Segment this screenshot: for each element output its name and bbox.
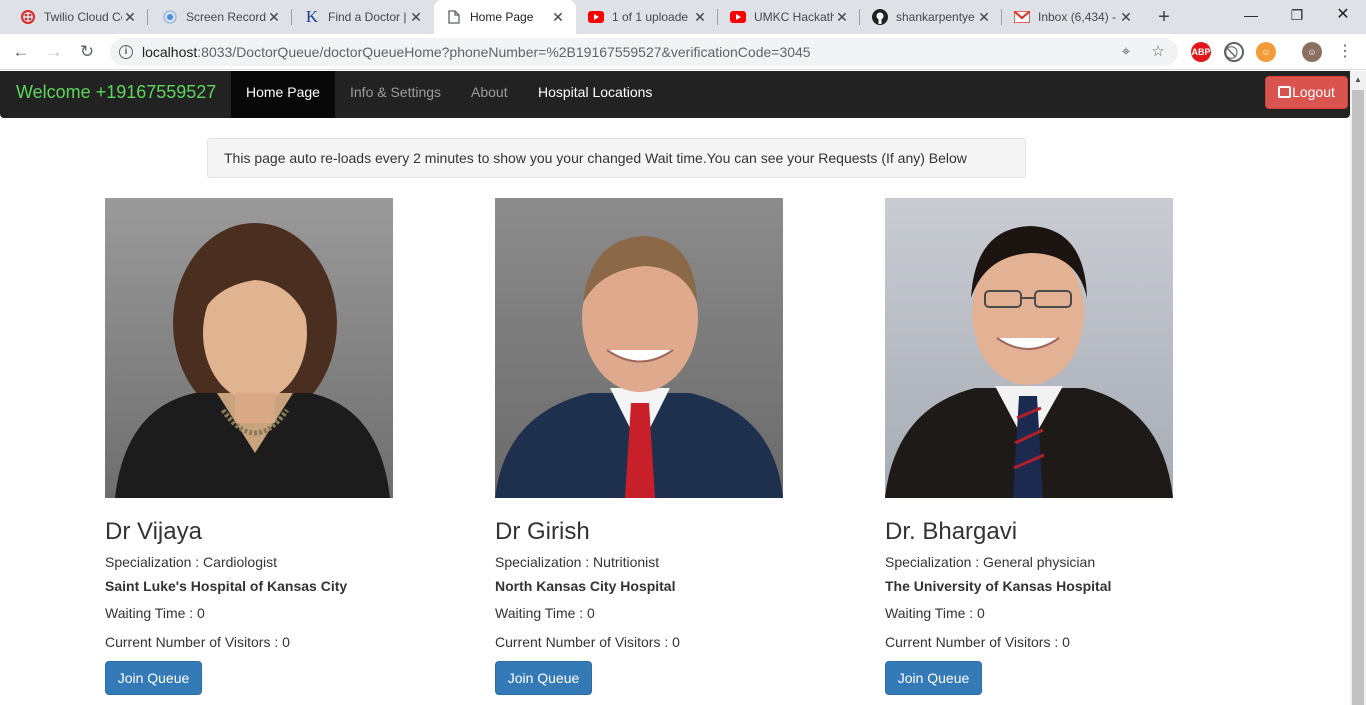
doctor-hospital: Saint Luke's Hospital of Kansas City	[105, 578, 348, 594]
adblock-icon[interactable]: ABP	[1191, 42, 1211, 62]
close-icon[interactable]: ✕	[408, 9, 424, 26]
join-queue-button[interactable]: Join Queue	[105, 661, 202, 695]
join-queue-button[interactable]: Join Queue	[885, 661, 982, 695]
url-text[interactable]: localhost:8033/DoctorQueue/doctorQueueHo…	[142, 44, 811, 60]
star-icon[interactable]: ☆	[1148, 42, 1168, 62]
tab-title: UMKC Hackath	[754, 10, 834, 24]
avatar[interactable]: ☺	[1302, 42, 1322, 62]
welcome-brand[interactable]: Welcome +19167559527	[16, 82, 216, 103]
nav-info-settings[interactable]: Info & Settings	[335, 71, 456, 118]
browser-tab[interactable]: 1 of 1 uploade ✕	[576, 0, 718, 34]
doctor-photo	[885, 198, 1173, 498]
tab-title: shankarpentye	[896, 10, 975, 24]
browser-tab[interactable]: Twilio Cloud Co ✕	[8, 0, 148, 34]
close-icon[interactable]: ✕	[692, 9, 708, 26]
doctor-specialization: Specialization : General physician	[885, 554, 1096, 570]
doctor-card: Dr Vijaya Specialization : Cardiologist …	[105, 198, 395, 695]
minimize-button[interactable]: —	[1228, 0, 1274, 30]
browser-tab[interactable]: UMKC Hackath ✕	[718, 0, 860, 34]
logout-button[interactable]: Logout	[1265, 76, 1348, 109]
youtube-icon	[730, 9, 746, 25]
join-queue-button[interactable]: Join Queue	[495, 661, 592, 695]
browser-tab-active[interactable]: Home Page ✕	[434, 0, 576, 34]
visitor-count: Current Number of Visitors : 0	[885, 634, 1070, 650]
restore-button[interactable]: ❐	[1274, 0, 1320, 30]
doctor-card: Dr Girish Specialization : Nutritionist …	[495, 198, 785, 695]
menu-icon[interactable]: ⋮	[1333, 40, 1357, 64]
nav-about[interactable]: About	[456, 71, 523, 118]
window-close-button[interactable]: ✕	[1320, 0, 1366, 30]
doctor-specialization: Specialization : Cardiologist	[105, 554, 277, 570]
back-button[interactable]: ←	[9, 40, 33, 64]
gmail-icon	[1014, 9, 1030, 25]
page-icon	[446, 9, 462, 25]
github-icon	[872, 9, 888, 25]
doctor-hospital: The University of Kansas Hospital	[885, 578, 1112, 594]
scroll-thumb[interactable]	[1352, 90, 1364, 705]
close-icon[interactable]: ✕	[976, 9, 992, 26]
browser-tab[interactable]: Inbox (6,434) - ✕	[1002, 0, 1144, 34]
close-icon[interactable]: ✕	[834, 9, 850, 26]
auto-reload-notice: This page auto re-loads every 2 minutes …	[207, 138, 1026, 178]
tab-title: Twilio Cloud Co	[44, 10, 122, 24]
visitor-count: Current Number of Visitors : 0	[105, 634, 290, 650]
tab-title: 1 of 1 uploade	[612, 10, 689, 24]
forward-button[interactable]: →	[42, 40, 66, 64]
close-icon[interactable]: ✕	[122, 9, 138, 26]
block-icon[interactable]: ⃠	[1224, 42, 1244, 62]
nav-home-page[interactable]: Home Page	[231, 71, 335, 118]
tab-title: Home Page	[470, 10, 534, 24]
k-logo-icon: K	[305, 7, 319, 26]
nav-hospital-locations[interactable]: Hospital Locations	[523, 71, 667, 118]
browser-tab[interactable]: shankarpentye ✕	[860, 0, 1002, 34]
waiting-time: Waiting Time : 0	[105, 605, 205, 621]
location-icon[interactable]: ⌖	[1116, 42, 1136, 62]
tab-title: Find a Doctor |	[328, 10, 407, 24]
doctor-specialization: Specialization : Nutritionist	[495, 554, 660, 570]
tab-title: Screen Record	[186, 10, 266, 24]
doctor-photo	[105, 198, 393, 498]
waiting-time: Waiting Time : 0	[495, 605, 595, 621]
browser-tab[interactable]: K Find a Doctor | ✕	[292, 0, 434, 34]
new-tab-button[interactable]: +	[1152, 5, 1176, 29]
tab-title: Inbox (6,434) -	[1038, 10, 1117, 24]
scrollbar[interactable]: ▲	[1350, 71, 1366, 705]
extension-icon[interactable]: ☺	[1256, 42, 1276, 62]
browser-tab-strip: Twilio Cloud Co ✕ Screen Record ✕ K Find…	[0, 0, 1366, 34]
doctor-photo	[495, 198, 783, 498]
reload-button[interactable]: ↻	[75, 40, 99, 64]
close-icon[interactable]: ✕	[1118, 9, 1134, 26]
browser-toolbar: ← → ↻ i localhost:8033/DoctorQueue/docto…	[0, 34, 1366, 70]
close-icon[interactable]: ✕	[266, 9, 282, 26]
doctor-name: Dr Vijaya	[105, 518, 202, 545]
waiting-time: Waiting Time : 0	[885, 605, 985, 621]
scroll-up-arrow[interactable]: ▲	[1350, 71, 1366, 88]
twilio-icon	[20, 9, 36, 25]
doctor-name: Dr Girish	[495, 518, 590, 545]
close-icon[interactable]: ✕	[550, 9, 566, 26]
app-navbar: Welcome +19167559527 Home Page Info & Se…	[0, 71, 1350, 118]
screen-record-icon	[162, 9, 178, 25]
info-icon[interactable]: i	[119, 45, 133, 59]
doctor-name: Dr. Bhargavi	[885, 518, 1018, 545]
browser-tab[interactable]: Screen Record ✕	[150, 0, 292, 34]
address-bar[interactable]: i localhost:8033/DoctorQueue/doctorQueue…	[110, 38, 1178, 66]
visitor-count: Current Number of Visitors : 0	[495, 634, 680, 650]
youtube-icon	[588, 9, 604, 25]
doctor-card: Dr. Bhargavi Specialization : General ph…	[885, 198, 1175, 695]
logout-icon	[1278, 86, 1292, 98]
doctor-hospital: North Kansas City Hospital	[495, 578, 676, 594]
